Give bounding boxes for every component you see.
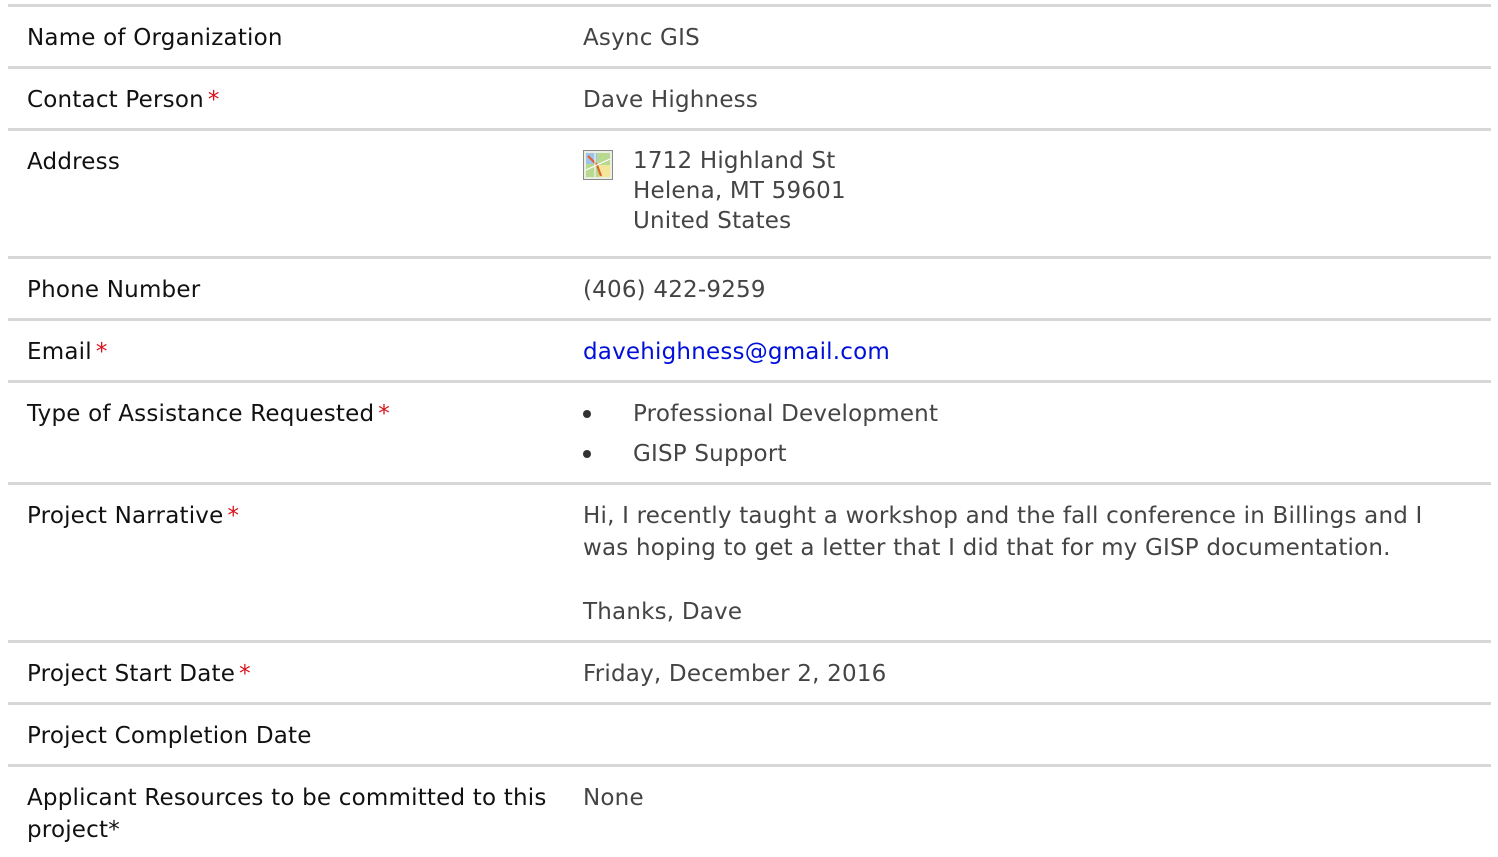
list-item: GISP Support (583, 434, 1491, 474)
field-label: Contact Person * (27, 87, 220, 113)
address-value: 1712 Highland St Helena, MT 59601 United… (583, 131, 1491, 256)
assistance-list: Professional Development GISP Support (583, 394, 1491, 474)
field-label: Type of Assistance Requested * (27, 401, 390, 427)
field-row-contact-person: Contact Person * Dave Highness (8, 69, 1491, 131)
list-item: Professional Development (583, 394, 1491, 434)
required-marker: * (95, 339, 108, 365)
field-label: Project Completion Date (27, 723, 312, 749)
narrative-value: Hi, I recently taught a workshop and the… (583, 485, 1491, 640)
field-label: Project Start Date * (27, 661, 251, 687)
bullet-icon (583, 450, 591, 458)
start-date-value: Friday, December 2, 2016 (583, 661, 887, 687)
narrative-paragraph: Thanks, Dave (583, 599, 743, 625)
contact-person-value: Dave Highness (583, 87, 759, 113)
field-row-project-narrative: Project Narrative * Hi, I recently taught… (8, 485, 1491, 643)
field-row-start-date: Project Start Date * Friday, December 2, … (8, 643, 1491, 705)
required-marker: * (378, 401, 390, 427)
field-row-completion-date: Project Completion Date (8, 705, 1491, 767)
address-line: 1712 Highland St (633, 148, 836, 174)
submission-details-table: Name of Organization Async GIS Contact P… (8, 4, 1491, 857)
field-label: Phone Number (27, 277, 201, 303)
required-marker: * (207, 87, 220, 113)
field-label: Project Narrative * (27, 503, 240, 529)
field-row-address: Address 1712 Highland St Helena, MT 5960… (8, 131, 1491, 259)
field-row-phone: Phone Number (406) 422-9259 (8, 259, 1491, 321)
field-row-organization: Name of Organization Async GIS (8, 7, 1491, 69)
organization-value: Async GIS (583, 25, 700, 51)
map-icon[interactable] (583, 150, 613, 180)
address-line: Helena, MT 59601 (633, 178, 846, 204)
email-link[interactable]: davehighness@gmail.com (583, 339, 890, 365)
narrative-paragraph: Hi, I recently taught a workshop and the… (583, 503, 1423, 561)
bullet-icon (583, 410, 591, 418)
phone-value: (406) 422-9259 (583, 277, 766, 303)
field-label: Email * (27, 339, 108, 365)
address-lines: 1712 Highland St Helena, MT 59601 United… (633, 146, 846, 236)
field-row-assistance-type: Type of Assistance Requested * Profession… (8, 383, 1491, 485)
completion-date-value (583, 705, 1491, 764)
address-line: United States (633, 208, 792, 234)
field-row-email: Email * davehighness@gmail.com (8, 321, 1491, 383)
required-marker: * (227, 503, 240, 529)
field-label: Address (27, 149, 120, 175)
required-marker: * (239, 661, 251, 687)
email-value: davehighness@gmail.com (583, 321, 1491, 380)
field-label: Name of Organization (27, 25, 283, 51)
assistance-value: Professional Development GISP Support (583, 383, 1491, 482)
